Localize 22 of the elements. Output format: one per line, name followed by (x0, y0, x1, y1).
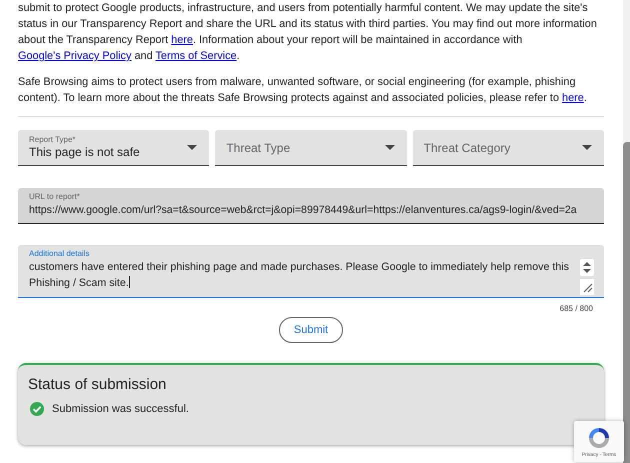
spinner-arrows-icon[interactable] (580, 259, 594, 276)
caret-icon (187, 145, 198, 150)
text-link[interactable]: Google's Privacy Policy (18, 50, 132, 62)
resize-handle-icon[interactable] (580, 279, 594, 295)
submit-button[interactable]: Submit (279, 317, 343, 343)
url-field[interactable]: URL to report* https://www.google.com/url?sa=t&source=web&rct=j&opi=89978449&url=https://elanventures.ca/ags9-login/&ved=2a (18, 188, 604, 224)
recaptcha-icon (586, 425, 612, 451)
status-message: Submission was successful. (52, 403, 189, 415)
info-paragraph: Safe Browsing aims to protect users from malware, unwanted software, or social engineering (for example, phishing content). To learn more about the threats Safe Browsing protects against and associated policies, please refer to here. (18, 75, 588, 106)
details-field[interactable]: Additional details customers have entered their phishing page and made purchases. Please Google to immediately help remove this Phishing / Scam site. (18, 245, 604, 298)
caret-icon (582, 145, 592, 150)
caret-icon (384, 145, 395, 150)
text-link[interactable]: here (562, 92, 584, 104)
text-link[interactable]: Terms of Service (155, 50, 237, 62)
info-paragraph: submit to protect Google products, infrastructure, and users from potentially harmful content. We may update the site's status in our Transparency Report and share the URL and its status with third parties. You may find out more information about the Transparency Report here. Information about your report will be maintained in accordance with Google's Privacy Policy and Terms of Service. (18, 1, 598, 64)
dropdown-field[interactable]: Threat Type (215, 130, 407, 166)
scrollbar-thumb[interactable] (623, 142, 630, 463)
text-link[interactable]: here (171, 34, 193, 46)
status-title: Status of submission (28, 376, 168, 393)
dropdown-field[interactable]: Report Type* This page is not safe (18, 130, 210, 166)
character-counter: 685 / 800 (560, 304, 593, 313)
dropdown-field[interactable]: Threat Category (412, 130, 604, 166)
